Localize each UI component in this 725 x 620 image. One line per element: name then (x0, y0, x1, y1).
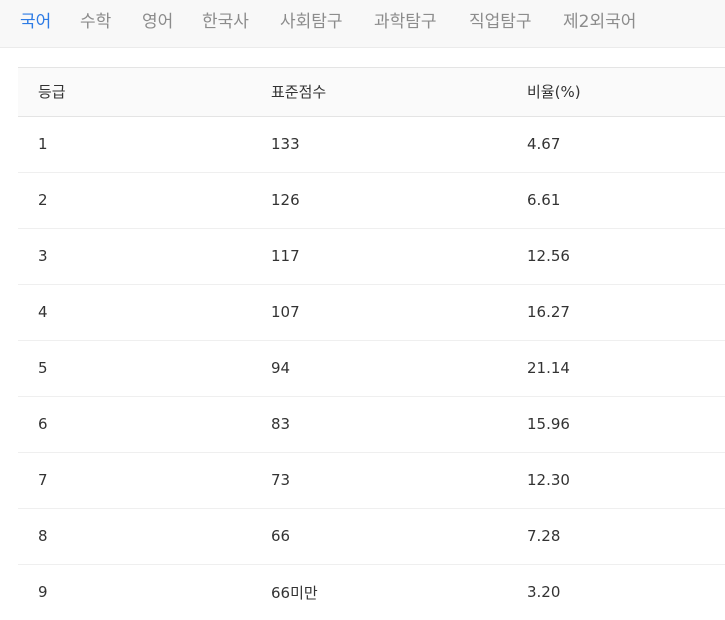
tab-english[interactable]: 영어 (142, 0, 173, 45)
cell-ratio: 12.56 (527, 247, 570, 265)
table-row: 4 107 16.27 (18, 284, 725, 340)
cell-standard-score: 66미만 (271, 583, 318, 602)
table-header-row: 등급 표준점수 비율(%) (18, 68, 725, 116)
tab-second-foreign-language[interactable]: 제2외국어 (563, 0, 636, 45)
tab-vocational[interactable]: 직업탐구 (469, 0, 532, 45)
cell-grade: 5 (38, 359, 48, 377)
cell-grade: 7 (38, 471, 48, 489)
table-row: 6 83 15.96 (18, 396, 725, 452)
cell-standard-score: 66 (271, 527, 291, 545)
cell-grade: 8 (38, 527, 48, 545)
tab-social-studies[interactable]: 사회탐구 (280, 0, 343, 45)
cell-standard-score: 73 (271, 471, 291, 489)
cell-ratio: 12.30 (527, 471, 570, 489)
header-grade: 등급 (38, 83, 66, 102)
cell-ratio: 4.67 (527, 135, 561, 153)
cell-grade: 4 (38, 303, 48, 321)
table-row: 9 66미만 3.20 (18, 564, 725, 620)
table-row: 5 94 21.14 (18, 340, 725, 396)
cell-ratio: 3.20 (527, 583, 561, 602)
tab-korean[interactable]: 국어 (20, 0, 51, 45)
subject-tab-bar: 국어 수학 영어 한국사 사회탐구 과학탐구 직업탐구 제2외국어 (0, 0, 725, 48)
header-standard-score: 표준점수 (271, 83, 327, 102)
tab-korean-history[interactable]: 한국사 (202, 0, 249, 45)
header-ratio: 비율(%) (527, 83, 581, 102)
cell-grade: 2 (38, 191, 48, 209)
table-row: 1 133 4.67 (18, 116, 725, 172)
cell-grade: 1 (38, 135, 48, 153)
cell-standard-score: 117 (271, 247, 300, 265)
cell-ratio: 6.61 (527, 191, 561, 209)
table-row: 8 66 7.28 (18, 508, 725, 564)
cell-standard-score: 126 (271, 191, 300, 209)
tab-science[interactable]: 과학탐구 (374, 0, 437, 45)
table-row: 3 117 12.56 (18, 228, 725, 284)
cell-grade: 6 (38, 415, 48, 433)
cell-standard-score: 94 (271, 359, 291, 377)
cell-ratio: 7.28 (527, 527, 561, 545)
cell-standard-score: 107 (271, 303, 300, 321)
cell-ratio: 16.27 (527, 303, 570, 321)
cell-ratio: 21.14 (527, 359, 570, 377)
cell-grade: 3 (38, 247, 48, 265)
cell-standard-score: 83 (271, 415, 291, 433)
table-row: 2 126 6.61 (18, 172, 725, 228)
cell-standard-score: 133 (271, 135, 300, 153)
tab-math[interactable]: 수학 (80, 0, 111, 45)
grade-cut-table: 등급 표준점수 비율(%) 1 133 4.67 2 126 6.61 3 11… (18, 68, 725, 620)
grade-cut-table-container: 등급 표준점수 비율(%) 1 133 4.67 2 126 6.61 3 11… (18, 67, 725, 620)
cell-ratio: 15.96 (527, 415, 570, 433)
cell-grade: 9 (38, 583, 48, 602)
table-row: 7 73 12.30 (18, 452, 725, 508)
